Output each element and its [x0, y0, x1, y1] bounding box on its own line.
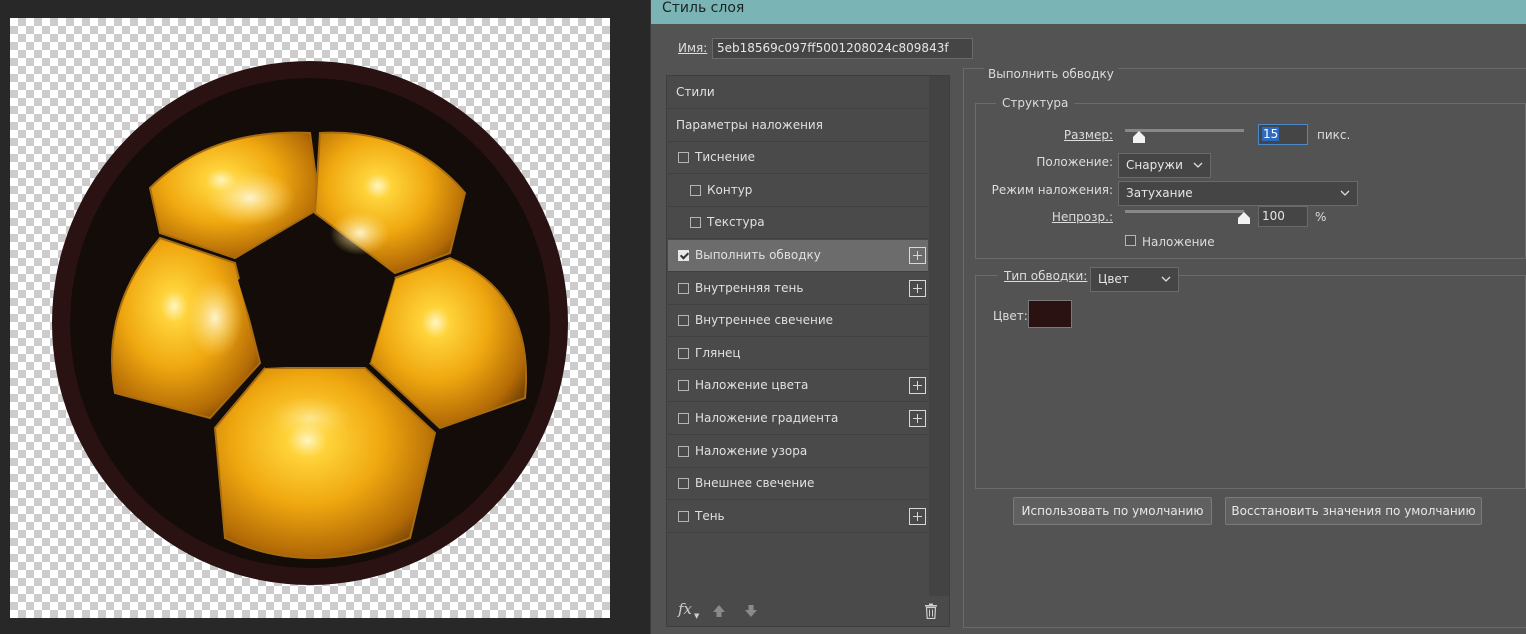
- style-item-checkbox[interactable]: [678, 510, 689, 522]
- size-input[interactable]: 15: [1258, 124, 1308, 145]
- overprint-label: Наложение: [1142, 235, 1215, 249]
- style-item-checkbox[interactable]: [690, 217, 701, 229]
- style-item-label: Наложение цвета: [695, 378, 809, 393]
- style-item-label: Текстура: [707, 215, 765, 230]
- chevron-down-icon: [1340, 190, 1350, 196]
- size-label: Размер:: [1063, 128, 1113, 142]
- style-item-label: Внутренняя тень: [695, 280, 804, 295]
- style-item-1[interactable]: Стили: [668, 77, 928, 109]
- style-item-label: Внешнее свечение: [695, 476, 815, 491]
- size-slider-thumb[interactable]: [1133, 131, 1146, 143]
- fx-menu-icon[interactable]: fx: [678, 600, 692, 618]
- size-unit: пикс.: [1317, 128, 1351, 142]
- opacity-label: Непрозр.:: [1051, 210, 1113, 224]
- dialog-titlebar[interactable]: Стиль слоя: [651, 0, 1526, 24]
- reset-default-button[interactable]: Восстановить значения по умолчанию: [1225, 497, 1482, 525]
- style-item-7[interactable]: Внутренняя тень: [668, 273, 928, 305]
- styles-list: Стили Параметры наложения Тиснение Контур Те…: [666, 75, 950, 627]
- style-item-3[interactable]: Тиснение: [668, 142, 928, 175]
- style-item-12[interactable]: Наложение узора: [668, 436, 928, 468]
- stroke-color-swatch[interactable]: [1028, 300, 1072, 328]
- style-item-checkbox[interactable]: [678, 347, 689, 359]
- opacity-input[interactable]: 100: [1258, 206, 1308, 227]
- move-down-icon[interactable]: [744, 604, 758, 618]
- chevron-down-icon: [1161, 276, 1171, 282]
- opacity-slider-track[interactable]: [1125, 210, 1244, 213]
- style-item-checkbox[interactable]: [678, 445, 689, 457]
- style-item-9[interactable]: Глянец: [668, 338, 928, 370]
- style-item-label: Тиснение: [695, 150, 755, 165]
- style-item-10[interactable]: Наложение цвета: [668, 370, 928, 403]
- style-item-checkbox[interactable]: [678, 478, 689, 490]
- stroke-section-title: Выполнить обводку: [984, 67, 1118, 81]
- soccer-ball-image: [52, 61, 568, 585]
- dialog-title: Стиль слоя: [662, 0, 745, 16]
- chevron-down-icon: [1193, 162, 1203, 168]
- style-item-2[interactable]: Параметры наложения: [668, 110, 928, 142]
- document-canvas-area: [0, 0, 650, 634]
- fx-dropdown-arrow-icon[interactable]: ▼: [694, 612, 699, 620]
- style-item-11[interactable]: Наложение градиента: [668, 403, 928, 435]
- position-label: Положение:: [1036, 155, 1113, 169]
- layer-style-dialog: Стиль слоя Имя: 5eb18569c097ff5001208024…: [650, 0, 1526, 634]
- opacity-slider-thumb[interactable]: [1238, 212, 1250, 224]
- style-item-13[interactable]: Внешнее свечение: [668, 468, 928, 501]
- style-item-checkbox[interactable]: [678, 250, 689, 261]
- add-effect-instance-icon[interactable]: [909, 507, 926, 525]
- position-dropdown[interactable]: Снаружи: [1118, 153, 1211, 178]
- style-item-label: Глянец: [695, 345, 741, 360]
- style-item-checkbox[interactable]: [678, 413, 689, 424]
- add-effect-instance-icon[interactable]: [909, 247, 926, 264]
- trash-icon[interactable]: [924, 603, 938, 619]
- style-item-checkbox[interactable]: [678, 152, 689, 164]
- style-item-checkbox[interactable]: [678, 380, 689, 392]
- style-item-checkbox[interactable]: [678, 282, 689, 294]
- add-effect-instance-icon[interactable]: [909, 279, 926, 297]
- style-item-5[interactable]: Текстура: [668, 207, 928, 240]
- move-up-icon[interactable]: [712, 604, 726, 618]
- fill-type-group: Тип обводки: Цвет Цвет:: [975, 267, 1526, 489]
- color-label: Цвет:: [993, 309, 1028, 323]
- make-default-button[interactable]: Использовать по умолчанию: [1013, 497, 1212, 525]
- style-item-checkbox[interactable]: [678, 315, 689, 327]
- style-item-label: Стили: [676, 85, 715, 99]
- style-item-label: Контур: [707, 182, 753, 197]
- style-item-checkbox[interactable]: [690, 184, 701, 196]
- add-effect-instance-icon[interactable]: [909, 410, 926, 427]
- style-item-label: Параметры наложения: [676, 117, 823, 132]
- structure-title: Структура: [996, 96, 1075, 110]
- style-item-label: Наложение узора: [695, 443, 808, 458]
- style-item-4[interactable]: Контур: [668, 175, 928, 207]
- blend-mode-dropdown[interactable]: Затухание: [1118, 181, 1358, 206]
- overprint-checkbox[interactable]: [1125, 235, 1136, 246]
- structure-group: Структура Размер: 15 пикс. Положение: Сн…: [975, 96, 1526, 259]
- fill-type-dropdown[interactable]: Цвет: [1090, 267, 1179, 292]
- fill-type-label: Тип обводки:: [998, 269, 1094, 283]
- add-effect-instance-icon[interactable]: [909, 377, 926, 395]
- stroke-settings-panel: Выполнить обводку Структура Размер: 15 п…: [963, 67, 1526, 628]
- styles-list-scrollbar[interactable]: [929, 76, 949, 596]
- style-item-8[interactable]: Внутреннее свечение: [668, 305, 928, 338]
- style-item-label: Внутреннее свечение: [695, 313, 833, 328]
- style-item-label: Тень: [695, 508, 725, 523]
- style-item-label: Выполнить обводку: [695, 248, 821, 262]
- layer-name-input[interactable]: 5eb18569c097ff5001208024c809843f: [712, 38, 973, 59]
- name-label: Имя:: [678, 41, 708, 55]
- blend-mode-label: Режим наложения:: [991, 183, 1113, 197]
- styles-list-toolbar: fx ▼: [668, 596, 950, 626]
- opacity-unit: %: [1315, 210, 1327, 224]
- transparent-canvas[interactable]: [10, 18, 610, 618]
- style-item-14[interactable]: Тень: [668, 501, 928, 533]
- style-item-label: Наложение градиента: [695, 411, 839, 425]
- style-item-6[interactable]: Выполнить обводку: [668, 240, 928, 272]
